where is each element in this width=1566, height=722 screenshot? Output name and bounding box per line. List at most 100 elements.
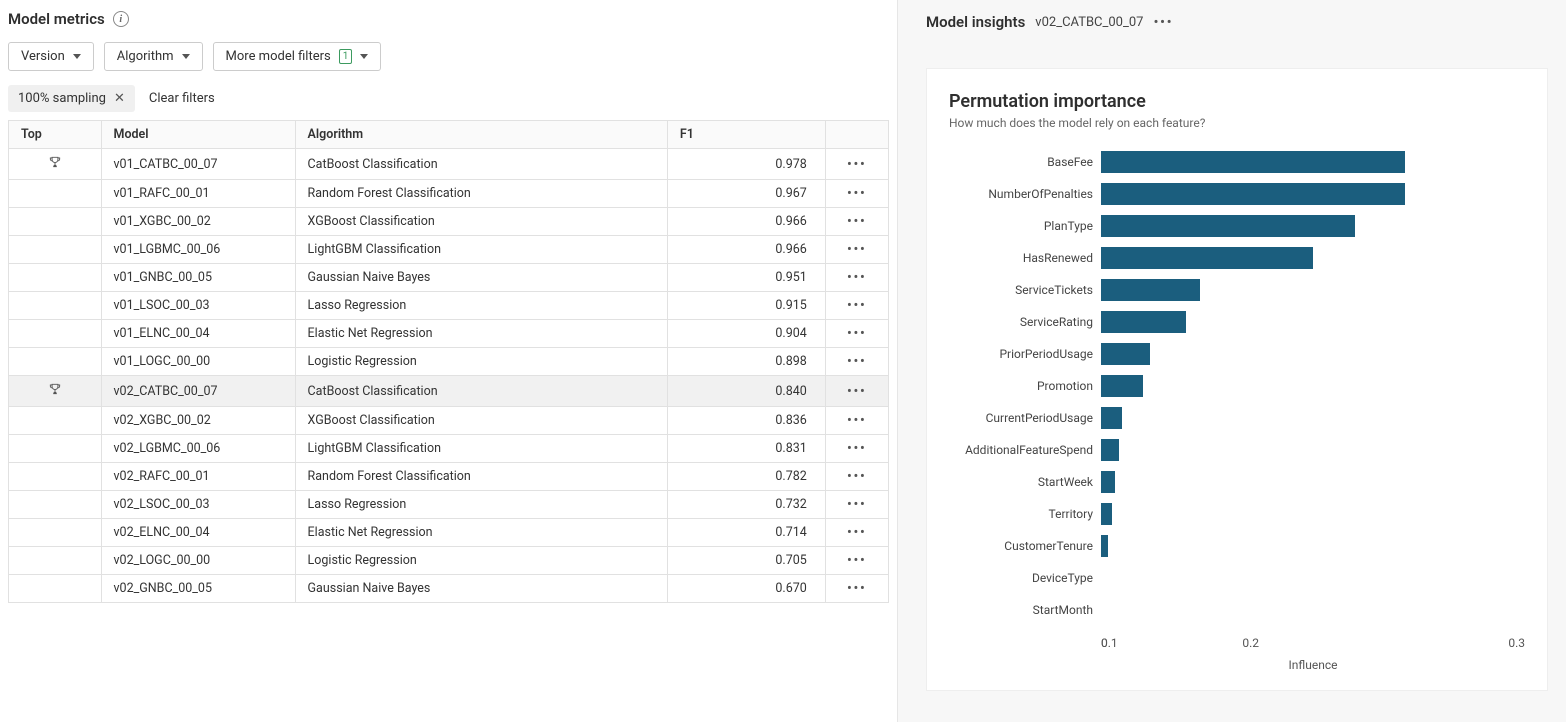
feature-bar-wrap (1101, 530, 1525, 562)
table-row[interactable]: v01_ELNC_00_04Elastic Net Regression0.90… (9, 320, 889, 348)
top-cell (9, 519, 102, 547)
table-row[interactable]: v01_LGBMC_00_06LightGBM Classification0.… (9, 236, 889, 264)
selected-model-name: v02_CATBC_00_07 (1035, 15, 1143, 30)
table-row[interactable]: v01_GNBC_00_05Gaussian Naive Bayes0.951•… (9, 264, 889, 292)
permutation-subtitle: How much does the model rely on each fea… (949, 116, 1525, 130)
top-cell (9, 407, 102, 435)
top-cell (9, 264, 102, 292)
row-actions-icon[interactable]: ••• (825, 180, 888, 208)
row-actions-icon[interactable]: ••• (825, 519, 888, 547)
row-actions-icon[interactable]: ••• (825, 348, 888, 376)
row-actions-icon[interactable]: ••• (825, 491, 888, 519)
feature-bar (1101, 375, 1143, 397)
feature-bar-wrap (1101, 562, 1525, 594)
table-row[interactable]: v01_LOGC_00_00Logistic Regression0.898••… (9, 348, 889, 376)
table-row[interactable]: v02_RAFC_00_01Random Forest Classificati… (9, 463, 889, 491)
table-row[interactable]: v01_RAFC_00_01Random Forest Classificati… (9, 180, 889, 208)
row-actions-icon[interactable]: ••• (825, 463, 888, 491)
table-row[interactable]: v01_LSOC_00_03Lasso Regression0.915••• (9, 292, 889, 320)
table-row[interactable]: v02_CATBC_00_07CatBoost Classification0.… (9, 376, 889, 407)
feature-row: PlanType (949, 210, 1525, 242)
algorithm-cell: LightGBM Classification (295, 236, 667, 264)
row-actions-icon[interactable]: ••• (825, 292, 888, 320)
row-actions-icon[interactable]: ••• (825, 236, 888, 264)
f1-cell: 0.951 (667, 264, 825, 292)
feature-row: StartMonth (949, 594, 1525, 626)
row-actions-icon[interactable]: ••• (825, 320, 888, 348)
top-cell (9, 348, 102, 376)
feature-label: StartWeek (949, 475, 1101, 489)
table-row[interactable]: v01_XGBC_00_02XGBoost Classification0.96… (9, 208, 889, 236)
f1-cell: 0.840 (667, 376, 825, 407)
feature-row: ServiceTickets (949, 274, 1525, 306)
model-cell: v01_XGBC_00_02 (101, 208, 295, 236)
row-actions-icon[interactable]: ••• (825, 208, 888, 236)
sampling-filter-chip[interactable]: 100% sampling ✕ (8, 85, 135, 112)
feature-bar (1101, 535, 1108, 557)
feature-row: PriorPeriodUsage (949, 338, 1525, 370)
feature-label: BaseFee (949, 155, 1101, 169)
row-actions-icon[interactable]: ••• (825, 376, 888, 407)
model-metrics-table: Top Model Algorithm F1 v01_CATBC_00_07Ca… (8, 120, 889, 603)
f1-cell: 0.782 (667, 463, 825, 491)
model-cell: v02_XGBC_00_02 (101, 407, 295, 435)
feature-label: ServiceTickets (949, 283, 1101, 297)
row-actions-icon[interactable]: ••• (825, 435, 888, 463)
feature-bar-wrap (1101, 338, 1525, 370)
more-options-icon[interactable]: ••• (1153, 13, 1173, 31)
model-metrics-title: Model metrics (8, 10, 105, 28)
feature-label: PlanType (949, 219, 1101, 233)
close-icon[interactable]: ✕ (114, 91, 125, 106)
model-cell: v02_GNBC_00_05 (101, 575, 295, 603)
row-actions-icon[interactable]: ••• (825, 575, 888, 603)
table-row[interactable]: v01_CATBC_00_07CatBoost Classification0.… (9, 149, 889, 180)
info-icon[interactable]: i (113, 11, 129, 27)
version-filter-button[interactable]: Version (8, 42, 94, 71)
feature-row: AdditionalFeatureSpend (949, 434, 1525, 466)
model-cell: v02_RAFC_00_01 (101, 463, 295, 491)
top-cell (9, 463, 102, 491)
feature-row: StartWeek (949, 466, 1525, 498)
row-actions-icon[interactable]: ••• (825, 264, 888, 292)
table-row[interactable]: v02_GNBC_00_05Gaussian Naive Bayes0.670•… (9, 575, 889, 603)
algorithm-cell: Lasso Regression (295, 491, 667, 519)
row-actions-icon[interactable]: ••• (825, 407, 888, 435)
clear-filters-link[interactable]: Clear filters (149, 91, 215, 106)
feature-bar (1101, 247, 1313, 269)
algorithm-cell: Lasso Regression (295, 292, 667, 320)
feature-row: DeviceType (949, 562, 1525, 594)
row-actions-icon[interactable]: ••• (825, 149, 888, 180)
top-cell (9, 435, 102, 463)
row-actions-icon[interactable]: ••• (825, 547, 888, 575)
chart-x-axis: 00.10.20.3 (1101, 636, 1525, 650)
feature-label: HasRenewed (949, 251, 1101, 265)
col-header-top[interactable]: Top (9, 121, 102, 149)
more-filters-button[interactable]: More model filters 1 (213, 42, 382, 71)
feature-bar-wrap (1101, 594, 1525, 626)
col-header-algorithm[interactable]: Algorithm (295, 121, 667, 149)
algorithm-cell: Random Forest Classification (295, 463, 667, 491)
model-cell: v01_RAFC_00_01 (101, 180, 295, 208)
feature-label: DeviceType (949, 571, 1101, 585)
algorithm-cell: Elastic Net Regression (295, 320, 667, 348)
table-row[interactable]: v02_XGBC_00_02XGBoost Classification0.83… (9, 407, 889, 435)
chevron-down-icon (360, 54, 368, 59)
table-row[interactable]: v02_LSOC_00_03Lasso Regression0.732••• (9, 491, 889, 519)
feature-label: NumberOfPenalties (949, 187, 1101, 201)
table-row[interactable]: v02_ELNC_00_04Elastic Net Regression0.71… (9, 519, 889, 547)
feature-bar (1101, 503, 1112, 525)
algorithm-filter-button[interactable]: Algorithm (104, 42, 203, 71)
table-row[interactable]: v02_LGBMC_00_06LightGBM Classification0.… (9, 435, 889, 463)
col-header-f1[interactable]: F1 (667, 121, 825, 149)
chevron-down-icon (182, 54, 190, 59)
feature-bar (1101, 407, 1122, 429)
f1-cell: 0.836 (667, 407, 825, 435)
feature-label: Territory (949, 507, 1101, 521)
col-header-model[interactable]: Model (101, 121, 295, 149)
feature-bar-wrap (1101, 434, 1525, 466)
feature-row: NumberOfPenalties (949, 178, 1525, 210)
table-row[interactable]: v02_LOGC_00_00Logistic Regression0.705••… (9, 547, 889, 575)
more-filters-count-badge: 1 (339, 49, 353, 64)
feature-bar-wrap (1101, 498, 1525, 530)
feature-bar (1101, 183, 1405, 205)
